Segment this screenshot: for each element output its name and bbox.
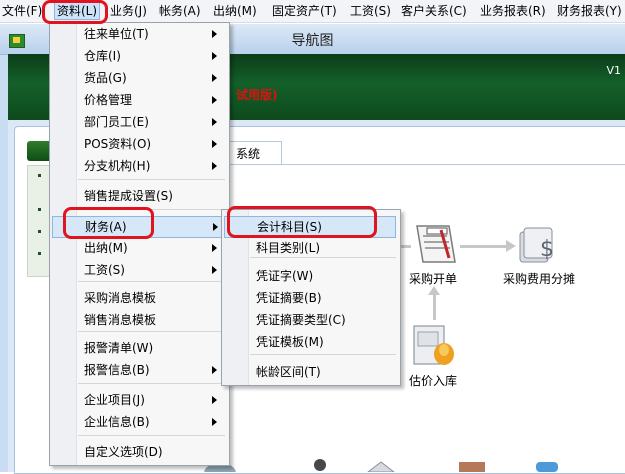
submenu-arrow-icon xyxy=(212,140,217,148)
menu-separator xyxy=(78,383,225,384)
menu-financial-reports[interactable]: 财务报表(Y) xyxy=(557,3,622,19)
partial-icon xyxy=(536,462,558,472)
menu-item-label: 企业项目(J) xyxy=(84,393,145,407)
menu-business-reports[interactable]: 业务报表(R) xyxy=(480,3,546,19)
menu-item[interactable]: 销售消息模板 xyxy=(52,310,227,330)
tab-system[interactable]: 系统 xyxy=(225,141,282,164)
estimated-receipt-icon[interactable] xyxy=(410,322,458,368)
menu-item[interactable]: POS资料(O) xyxy=(52,134,227,154)
data-dropdown-menu: 往来单位(T) 仓库(I) 货品(G) 价格管理部门员工(E) POS资料(O) 分支机构… xyxy=(49,22,230,466)
submenu-item[interactable]: 帐龄区间(T) xyxy=(224,362,397,382)
flow-label-purchase-order[interactable]: 采购开单 xyxy=(409,270,457,287)
menu-item-label: 采购消息模板 xyxy=(84,291,157,305)
submenu-arrow-icon xyxy=(212,396,217,404)
menu-item-label: 报警清单(W) xyxy=(84,341,154,355)
menu-item-label: 出纳(M) xyxy=(84,241,128,255)
menu-separator xyxy=(78,281,225,282)
submenu-arrow-icon xyxy=(212,244,217,252)
highlight-menu-data xyxy=(42,0,108,24)
submenu-arrow-icon xyxy=(212,266,217,274)
list-bullet xyxy=(38,252,41,255)
menu-item-label: POS资料(O) xyxy=(84,137,152,151)
menu-item-label: 价格管理 xyxy=(84,93,133,107)
highlight-finance-item xyxy=(63,207,154,239)
partial-icon xyxy=(459,462,485,472)
menu-salary[interactable]: 工资(S) xyxy=(350,3,391,19)
flow-arrow xyxy=(460,240,516,252)
menu-item[interactable]: 报警信息(B) xyxy=(52,360,227,380)
list-bullet xyxy=(38,208,41,211)
partial-icon xyxy=(314,459,326,471)
submenu-item-label: 凭证摘要类型(C) xyxy=(256,313,346,327)
menu-separator xyxy=(250,354,396,355)
submenu-item-label: 凭证模板(M) xyxy=(256,335,324,349)
menu-cashier[interactable]: 出纳(M) xyxy=(213,3,257,19)
menu-item[interactable]: 往来单位(T) xyxy=(52,24,227,44)
trial-label: 试用版) xyxy=(236,88,278,102)
menu-item-label: 报警信息(B) xyxy=(84,363,150,377)
tab-divider xyxy=(165,164,625,165)
submenu-arrow-icon xyxy=(212,30,217,38)
submenu-item-label: 凭证摘要(B) xyxy=(256,291,322,305)
menu-item-label: 工资(S) xyxy=(84,263,125,277)
menu-item[interactable]: 企业项目(J) xyxy=(52,390,227,410)
svg-text:$: $ xyxy=(540,237,554,262)
submenu-arrow-icon xyxy=(213,223,218,231)
menu-item-label: 货品(G) xyxy=(84,71,127,85)
menu-separator xyxy=(78,179,225,180)
menu-item[interactable]: 销售提成设置(S) xyxy=(52,186,227,206)
submenu-item[interactable]: 凭证摘要(B) xyxy=(224,288,397,308)
menu-item-label: 销售提成设置(S) xyxy=(84,189,173,203)
purchase-order-icon[interactable] xyxy=(411,222,459,268)
submenu-arrow-icon xyxy=(212,162,217,170)
menu-item-label: 仓库(I) xyxy=(84,49,121,63)
menu-item[interactable]: 分支机构(H) xyxy=(52,156,227,176)
menu-item[interactable]: 工资(S) xyxy=(52,260,227,280)
menu-item[interactable]: 出纳(M) xyxy=(52,238,227,258)
menu-business[interactable]: 业务(J) xyxy=(110,3,147,19)
submenu-item-label: 凭证字(W) xyxy=(256,269,314,283)
submenu-arrow-icon xyxy=(212,74,217,82)
menu-item[interactable]: 采购消息模板 xyxy=(52,288,227,308)
menu-file[interactable]: 文件(F) xyxy=(2,3,42,19)
submenu-item[interactable]: 凭证模板(M) xyxy=(224,332,397,352)
submenu-arrow-icon xyxy=(212,52,217,60)
version-label: V1 xyxy=(606,64,621,77)
list-bullet xyxy=(38,174,41,177)
menu-item-label: 部门员工(E) xyxy=(84,115,149,129)
menu-item-label: 企业信息(B) xyxy=(84,415,150,429)
menu-item-label: 往来单位(T) xyxy=(84,27,149,41)
submenu-arrow-icon xyxy=(212,118,217,126)
partial-icon xyxy=(367,461,395,472)
menu-separator xyxy=(78,331,225,332)
submenu-item-label: 科目类别(L) xyxy=(256,241,321,255)
highlight-account-subjects xyxy=(227,206,377,238)
submenu-item-label: 帐龄区间(T) xyxy=(256,365,321,379)
menu-fixed-assets[interactable]: 固定资产(T) xyxy=(272,3,337,19)
submenu-arrow-icon xyxy=(212,96,217,104)
menu-item[interactable]: 价格管理 xyxy=(52,90,227,110)
menu-item[interactable]: 自定义选项(D) xyxy=(52,442,227,462)
flow-arrow xyxy=(428,286,440,320)
menu-item[interactable]: 部门员工(E) xyxy=(52,112,227,132)
flow-label-estimated-receipt[interactable]: 估价入库 xyxy=(409,372,457,389)
flow-label-purchase-cost-allocation[interactable]: 采购费用分摊 xyxy=(503,270,575,287)
menu-item-label: 分支机构(H) xyxy=(84,159,151,173)
submenu-item[interactable]: 凭证字(W) xyxy=(224,266,397,286)
menu-item[interactable]: 仓库(I) xyxy=(52,46,227,66)
submenu-arrow-icon xyxy=(212,366,217,374)
menu-accounting[interactable]: 帐务(A) xyxy=(159,3,201,19)
menu-item[interactable]: 报警清单(W) xyxy=(52,338,227,358)
submenu-arrow-icon xyxy=(212,418,217,426)
menu-item[interactable]: 货品(G) xyxy=(52,68,227,88)
menu-customer-relations[interactable]: 客户关系(C) xyxy=(401,3,467,19)
menu-separator xyxy=(78,435,225,436)
submenu-item[interactable]: 科目类别(L) xyxy=(224,238,397,258)
menu-item[interactable]: 企业信息(B) xyxy=(52,412,227,432)
list-bullet xyxy=(38,230,41,233)
submenu-item[interactable]: 凭证摘要类型(C) xyxy=(224,310,397,330)
menu-item-label: 自定义选项(D) xyxy=(84,445,163,459)
menu-item-label: 销售消息模板 xyxy=(84,313,157,327)
purchase-cost-allocation-icon[interactable]: $ xyxy=(514,222,562,268)
